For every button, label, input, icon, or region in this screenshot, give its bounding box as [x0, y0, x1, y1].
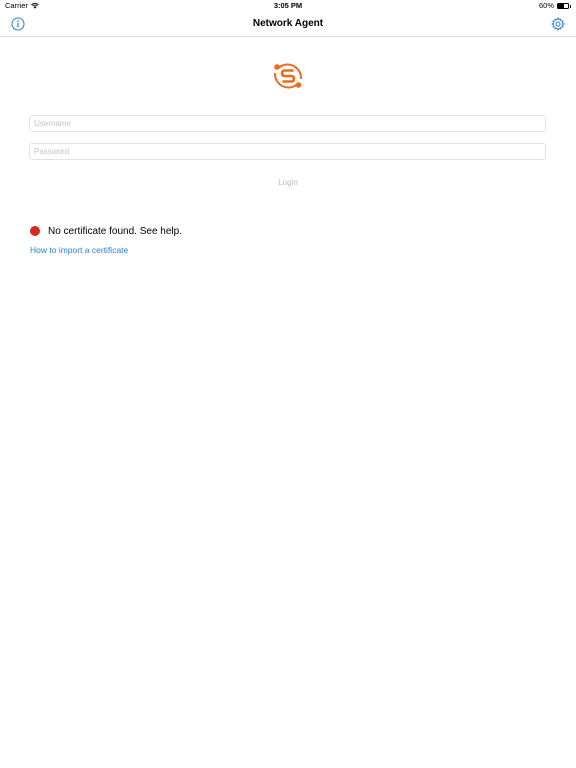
status-bar: Carrier 3:05 PM 60%: [0, 0, 576, 12]
page-title: Network Agent: [252, 18, 324, 29]
import-certificate-help-link[interactable]: How to import a certificate: [30, 245, 128, 255]
error-status-icon: [30, 226, 40, 236]
battery-fill: [558, 4, 564, 8]
certificate-status: No certificate found. See help.: [30, 224, 182, 238]
settings-button[interactable]: [550, 16, 566, 32]
app-logo: [273, 63, 303, 89]
status-time: 3:05 PM: [273, 1, 303, 10]
nav-bar: Network Agent: [0, 12, 576, 37]
status-right: 60%: [539, 0, 571, 12]
certificate-status-text: No certificate found. See help.: [48, 225, 182, 237]
password-field[interactable]: [29, 143, 546, 160]
battery-percent: 60%: [538, 1, 554, 10]
login-button[interactable]: Login: [248, 175, 328, 190]
gear-icon: [551, 17, 565, 31]
username-field[interactable]: [29, 115, 546, 132]
battery-cap: [570, 4, 571, 8]
battery-icon: [557, 3, 569, 9]
